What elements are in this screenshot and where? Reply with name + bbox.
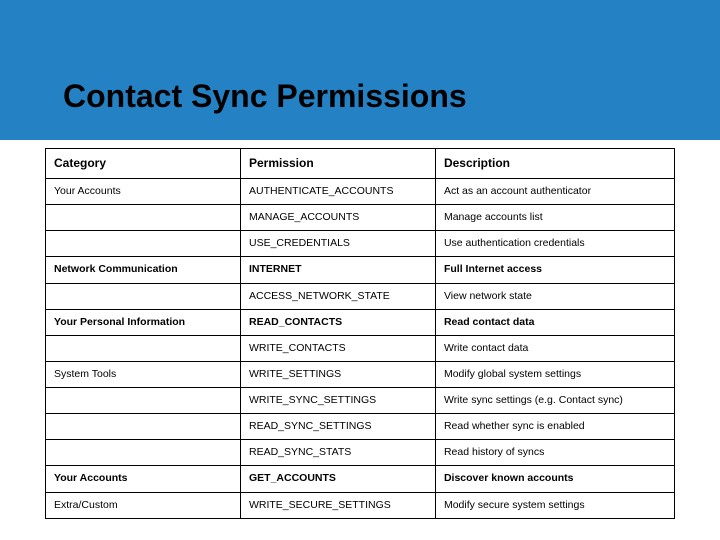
- cell-category: Your Accounts: [46, 466, 241, 492]
- table-row: System ToolsWRITE_SETTINGSModify global …: [46, 361, 675, 387]
- header-category: Category: [46, 149, 241, 179]
- cell-permission: READ_SYNC_SETTINGS: [240, 414, 435, 440]
- cell-permission: MANAGE_ACCOUNTS: [240, 205, 435, 231]
- cell-description: Write contact data: [435, 335, 674, 361]
- cell-description: Modify secure system settings: [435, 492, 674, 518]
- cell-description: Read contact data: [435, 309, 674, 335]
- cell-description: Modify global system settings: [435, 361, 674, 387]
- cell-permission: WRITE_SYNC_SETTINGS: [240, 388, 435, 414]
- cell-category: [46, 231, 241, 257]
- table-row: Your Personal InformationREAD_CONTACTSRe…: [46, 309, 675, 335]
- cell-category: Network Communication: [46, 257, 241, 283]
- cell-description: Manage accounts list: [435, 205, 674, 231]
- cell-category: [46, 283, 241, 309]
- cell-permission: WRITE_SECURE_SETTINGS: [240, 492, 435, 518]
- table-row: Your AccountsAUTHENTICATE_ACCOUNTSAct as…: [46, 179, 675, 205]
- cell-category: System Tools: [46, 361, 241, 387]
- table-row: Your AccountsGET_ACCOUNTSDiscover known …: [46, 466, 675, 492]
- cell-description: Discover known accounts: [435, 466, 674, 492]
- table-row: WRITE_SYNC_SETTINGSWrite sync settings (…: [46, 388, 675, 414]
- table-header-row: Category Permission Description: [46, 149, 675, 179]
- table-row: Network CommunicationINTERNETFull Intern…: [46, 257, 675, 283]
- cell-permission: GET_ACCOUNTS: [240, 466, 435, 492]
- table-row: USE_CREDENTIALSUse authentication creden…: [46, 231, 675, 257]
- cell-permission: ACCESS_NETWORK_STATE: [240, 283, 435, 309]
- cell-permission: WRITE_SETTINGS: [240, 361, 435, 387]
- cell-category: [46, 388, 241, 414]
- cell-description: Read history of syncs: [435, 440, 674, 466]
- cell-permission: INTERNET: [240, 257, 435, 283]
- header-description: Description: [435, 149, 674, 179]
- table-row: WRITE_CONTACTSWrite contact data: [46, 335, 675, 361]
- cell-permission: AUTHENTICATE_ACCOUNTS: [240, 179, 435, 205]
- cell-permission: USE_CREDENTIALS: [240, 231, 435, 257]
- cell-category: [46, 335, 241, 361]
- table-row: MANAGE_ACCOUNTSManage accounts list: [46, 205, 675, 231]
- table-row: ACCESS_NETWORK_STATEView network state: [46, 283, 675, 309]
- cell-description: View network state: [435, 283, 674, 309]
- cell-category: Your Personal Information: [46, 309, 241, 335]
- cell-category: [46, 440, 241, 466]
- cell-permission: READ_CONTACTS: [240, 309, 435, 335]
- header-permission: Permission: [240, 149, 435, 179]
- cell-category: [46, 205, 241, 231]
- table-row: READ_SYNC_STATSRead history of syncs: [46, 440, 675, 466]
- cell-description: Act as an account authenticator: [435, 179, 674, 205]
- cell-description: Read whether sync is enabled: [435, 414, 674, 440]
- permissions-table: Category Permission Description Your Acc…: [45, 148, 675, 519]
- cell-category: Extra/Custom: [46, 492, 241, 518]
- table-row: READ_SYNC_SETTINGSRead whether sync is e…: [46, 414, 675, 440]
- page-title: Contact Sync Permissions: [63, 78, 467, 115]
- cell-description: Write sync settings (e.g. Contact sync): [435, 388, 674, 414]
- cell-category: Your Accounts: [46, 179, 241, 205]
- cell-permission: READ_SYNC_STATS: [240, 440, 435, 466]
- cell-description: Full Internet access: [435, 257, 674, 283]
- cell-permission: WRITE_CONTACTS: [240, 335, 435, 361]
- cell-description: Use authentication credentials: [435, 231, 674, 257]
- permissions-table-wrap: Category Permission Description Your Acc…: [0, 148, 720, 519]
- table-row: Extra/CustomWRITE_SECURE_SETTINGSModify …: [46, 492, 675, 518]
- cell-category: [46, 414, 241, 440]
- header-band: Contact Sync Permissions: [0, 0, 720, 140]
